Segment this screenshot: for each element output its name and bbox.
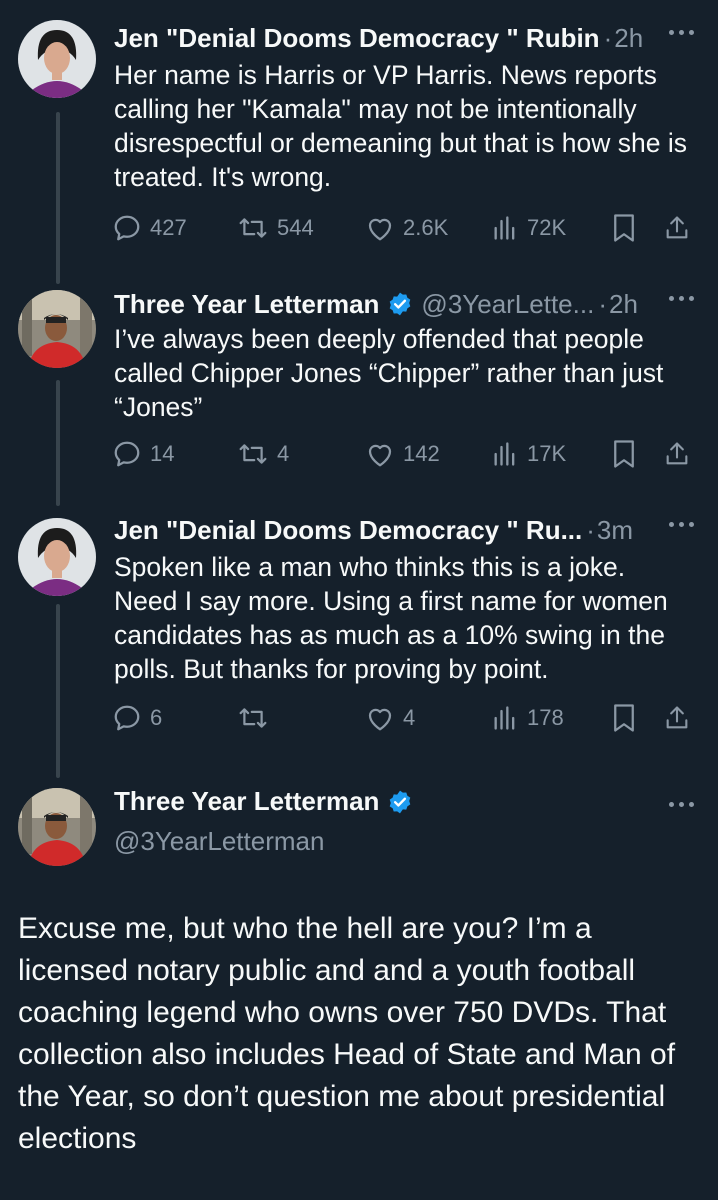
share-button[interactable]	[663, 213, 691, 243]
like-button[interactable]: 142	[365, 440, 491, 468]
tweet-header: Jen "Denial Dooms Democracy " Ru... · 3m	[114, 510, 698, 550]
separator-dot: ·	[586, 514, 595, 545]
author-handle[interactable]: @3YearLetterman	[114, 826, 324, 857]
bookmark-button[interactable]	[611, 213, 663, 243]
separator-dot: ·	[603, 22, 613, 53]
repost-button[interactable]: 544	[237, 213, 365, 243]
share-icon	[663, 213, 691, 243]
repost-icon	[237, 213, 269, 243]
verified-icon	[387, 291, 413, 317]
reply-icon	[112, 213, 142, 243]
repost-icon	[237, 439, 269, 469]
action-bar: 14 4 142 17K	[112, 436, 702, 472]
reply-count: 427	[150, 215, 187, 240]
more-icon[interactable]	[669, 296, 694, 301]
like-button[interactable]: 2.6K	[365, 214, 491, 242]
separator-dot: ·	[598, 288, 607, 319]
more-icon[interactable]	[669, 522, 694, 527]
more-icon[interactable]	[669, 802, 694, 807]
tweet-text: I’ve always been deeply offended that pe…	[114, 324, 664, 422]
repost-icon	[237, 703, 269, 733]
views-button[interactable]: 17K	[491, 440, 611, 468]
like-button[interactable]: 4	[365, 704, 491, 732]
tweet-header: Three Year Letterman	[114, 786, 413, 817]
author-name[interactable]: Jen "Denial Dooms Democracy " Ru...	[114, 515, 582, 546]
tweet-text: Her name is Harris or VP Harris. News re…	[114, 60, 688, 192]
like-icon	[365, 440, 395, 468]
tweet-header: Three Year Letterman @3YearLette... · 2h	[114, 284, 698, 324]
tweet[interactable]: Jen "Denial Dooms Democracy " Ru... · 3m…	[0, 510, 718, 750]
reply-icon	[112, 703, 142, 733]
tweet-text: Spoken like a man who thinks this is a j…	[114, 552, 668, 684]
timestamp[interactable]: 3m	[597, 515, 633, 546]
bookmark-icon	[611, 213, 637, 243]
action-bar: 6 4 178	[112, 700, 702, 736]
share-button[interactable]	[663, 439, 691, 469]
views-count: 72K	[527, 215, 567, 240]
like-icon	[365, 704, 395, 732]
share-icon	[663, 703, 691, 733]
like-icon	[365, 214, 395, 242]
avatar[interactable]	[18, 290, 96, 368]
views-icon	[491, 214, 519, 242]
like-count: 142	[403, 441, 440, 466]
tweet-header: Jen "Denial Dooms Democracy " Rubin · 2h	[114, 18, 698, 58]
reply-icon	[112, 439, 142, 469]
author-handle[interactable]: @3YearLette...	[421, 289, 594, 320]
like-count: 2.6K	[403, 215, 449, 240]
views-count: 17K	[527, 441, 567, 466]
verified-icon	[387, 789, 413, 815]
author-name[interactable]: Three Year Letterman	[114, 786, 379, 817]
views-icon	[491, 440, 519, 468]
reply-count: 14	[150, 441, 175, 466]
reply-button[interactable]: 6	[112, 703, 237, 733]
tweet[interactable]: Three Year Letterman @3YearLette... · 2h…	[0, 284, 718, 484]
views-button[interactable]: 178	[491, 704, 611, 732]
repost-count: 4	[277, 441, 290, 466]
bookmark-icon	[611, 703, 637, 733]
avatar[interactable]	[18, 518, 96, 596]
views-count: 178	[527, 705, 564, 730]
repost-count: 544	[277, 215, 314, 240]
bookmark-icon	[611, 439, 637, 469]
share-icon	[663, 439, 691, 469]
bookmark-button[interactable]	[611, 439, 663, 469]
timestamp[interactable]: 2h	[614, 23, 643, 54]
tweet[interactable]: Jen "Denial Dooms Democracy " Rubin · 2h…	[0, 18, 718, 258]
avatar[interactable]	[18, 788, 96, 866]
bookmark-button[interactable]	[611, 703, 663, 733]
reply-button[interactable]: 14	[112, 439, 237, 469]
main-tweet[interactable]: Three Year Letterman @3YearLetterman Exc…	[0, 786, 718, 1186]
reply-count: 6	[150, 705, 163, 730]
avatar[interactable]	[18, 20, 96, 98]
author-name[interactable]: Three Year Letterman	[114, 289, 379, 320]
more-icon[interactable]	[669, 30, 694, 35]
author-name[interactable]: Jen "Denial Dooms Democracy " Rubin	[114, 23, 600, 54]
repost-button[interactable]	[237, 703, 365, 733]
action-bar: 427 544 2.6K 72K	[112, 210, 702, 246]
reply-button[interactable]: 427	[112, 213, 237, 243]
timestamp[interactable]: 2h	[609, 289, 638, 320]
share-button[interactable]	[663, 703, 691, 733]
views-button[interactable]: 72K	[491, 214, 611, 242]
views-icon	[491, 704, 519, 732]
tweet-text: Excuse me, but who the hell are you? I’m…	[18, 912, 676, 1155]
like-count: 4	[403, 705, 416, 730]
repost-button[interactable]: 4	[237, 439, 365, 469]
